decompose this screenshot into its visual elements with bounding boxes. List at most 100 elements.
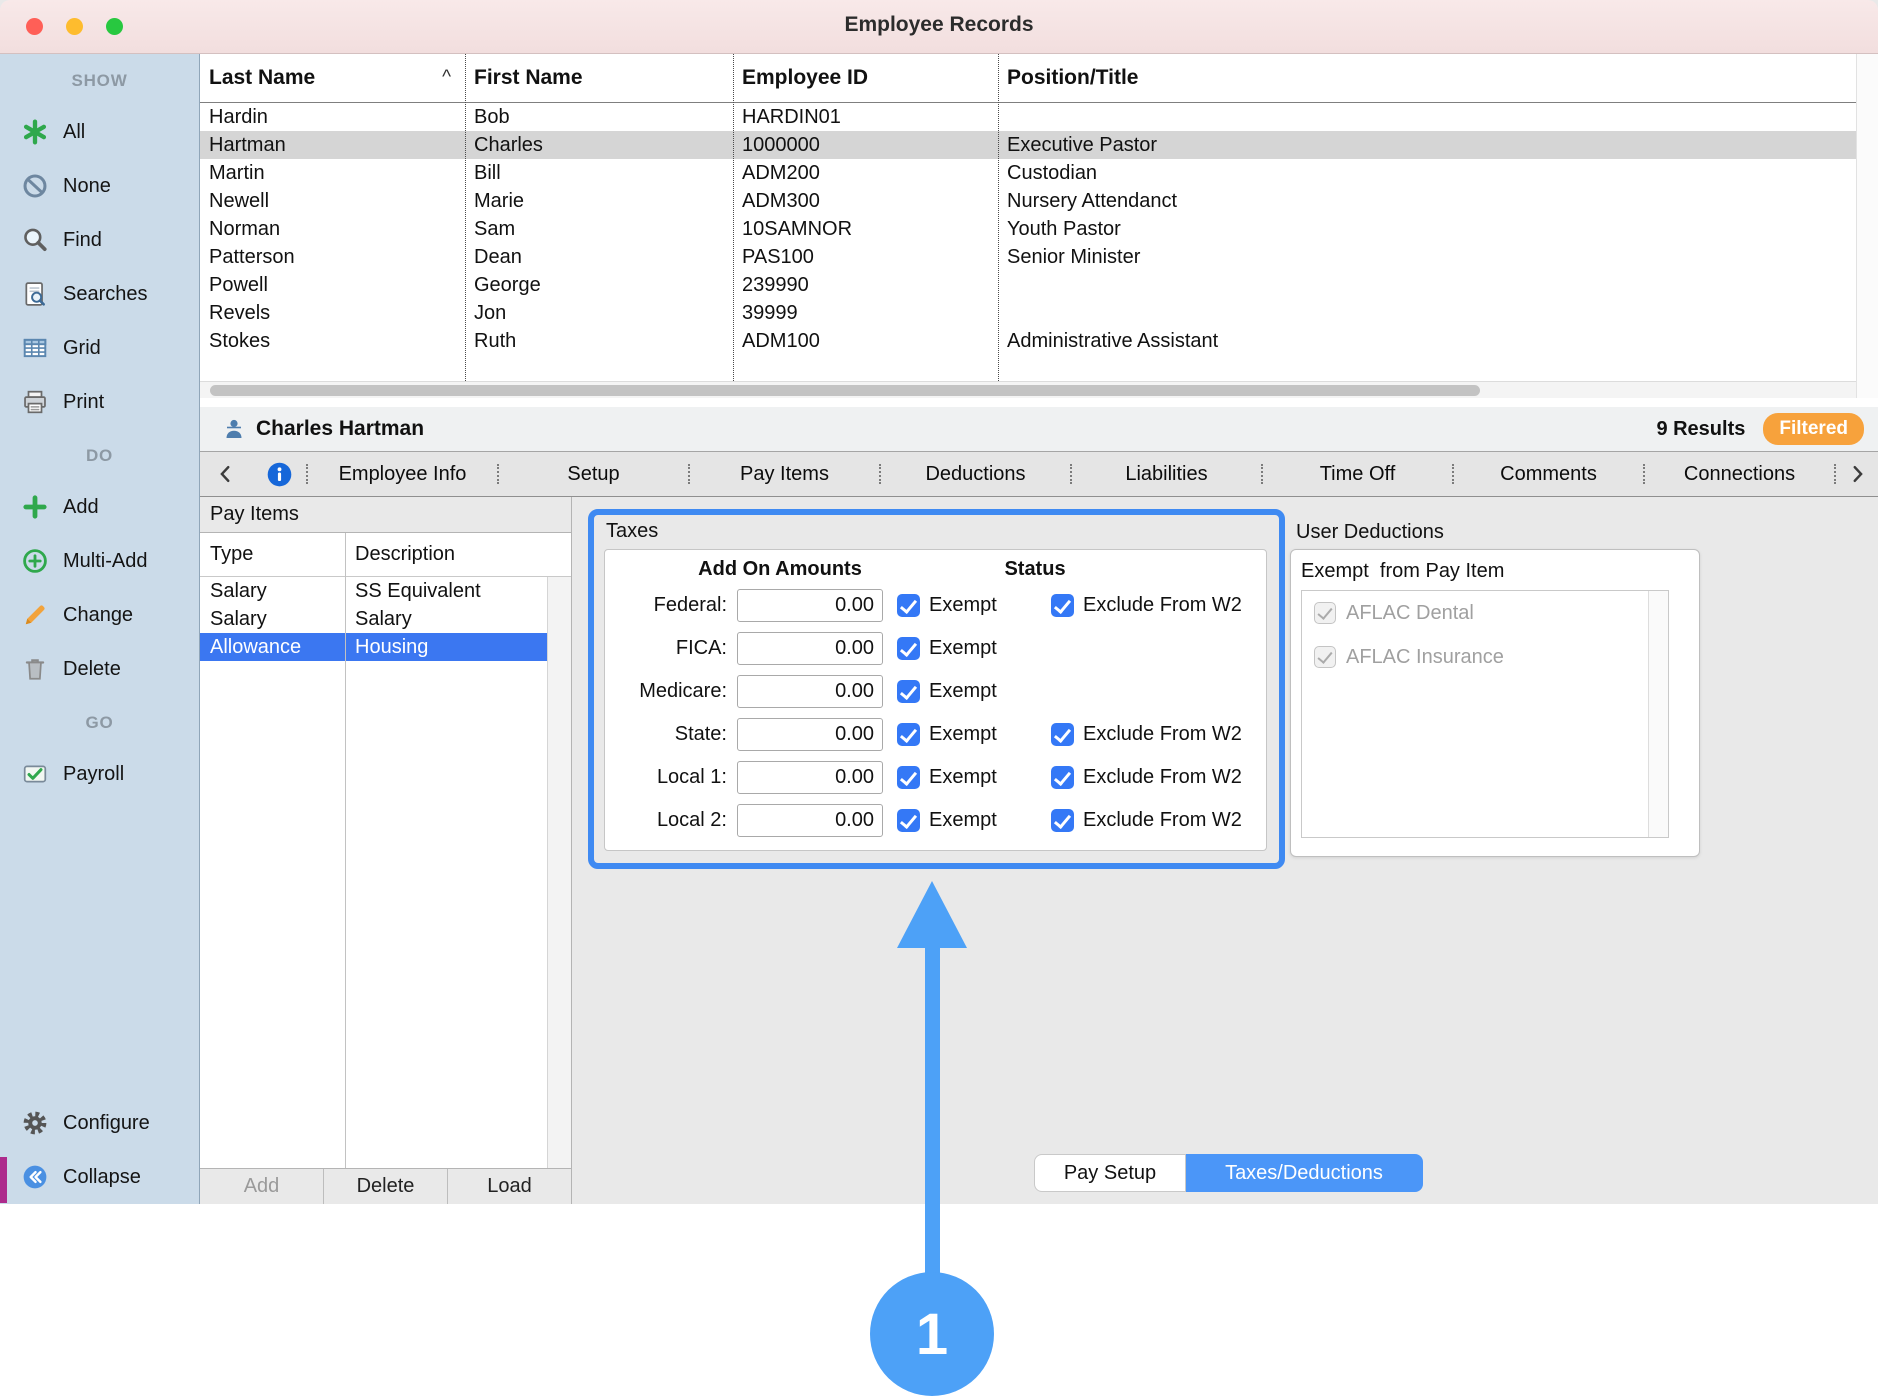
user-deduction-item: AFLAC Insurance xyxy=(1302,635,1668,679)
sidebar-item-payroll[interactable]: Payroll xyxy=(0,747,199,801)
local1-exclude-w2-checkbox[interactable] xyxy=(1051,766,1074,789)
sidebar-item-all[interactable]: All xyxy=(0,105,199,159)
local2-label: Local 2: xyxy=(617,809,727,832)
cell-first-name: Bob xyxy=(465,106,733,129)
fica-amount-input[interactable] xyxy=(737,632,883,665)
state-exclude-w2-checkbox[interactable] xyxy=(1051,723,1074,746)
sidebar-label-delete: Delete xyxy=(63,658,121,681)
sidebar-item-none[interactable]: None xyxy=(0,159,199,213)
content-area: Pay Items Type Description Salary SS Equ… xyxy=(200,497,1878,1204)
sidebar-item-grid[interactable]: Grid xyxy=(0,321,199,375)
exempt-label: Exempt xyxy=(929,723,997,746)
cell-position: Youth Pastor xyxy=(998,218,1856,241)
pay-view-segmented-control: Pay Setup Taxes/Deductions xyxy=(1034,1154,1423,1192)
horizontal-scrollbar-thumb[interactable] xyxy=(210,385,1480,396)
sidebar-item-searches[interactable]: Searches xyxy=(0,267,199,321)
employee-row[interactable]: Martin Bill ADM200 Custodian xyxy=(200,159,1856,187)
local1-label: Local 1: xyxy=(617,766,727,789)
sidebar-item-collapse[interactable]: Collapse xyxy=(0,1150,199,1204)
taxes-deductions-button[interactable]: Taxes/Deductions xyxy=(1186,1154,1423,1192)
employee-row-selected[interactable]: Hartman Charles 1000000 Executive Pastor xyxy=(200,131,1856,159)
column-header-position-title[interactable]: Position/Title xyxy=(998,66,1878,90)
horizontal-scrollbar-track xyxy=(200,381,1856,398)
exempt-label: Exempt xyxy=(929,766,997,789)
fica-exempt-checkbox[interactable] xyxy=(897,637,920,660)
sidebar-item-multi-add[interactable]: Multi-Add xyxy=(0,534,199,588)
pay-item-row[interactable]: Salary SS Equivalent xyxy=(200,577,547,605)
federal-label: Federal: xyxy=(617,594,727,617)
local1-exempt-checkbox[interactable] xyxy=(897,766,920,789)
federal-exclude-w2-checkbox[interactable] xyxy=(1051,594,1074,617)
state-exempt-checkbox[interactable] xyxy=(897,723,920,746)
exempt-label: Exempt xyxy=(929,680,997,703)
tax-row-fica: FICA: Exempt xyxy=(605,627,1266,670)
sidebar-item-find[interactable]: Find xyxy=(0,213,199,267)
employee-row[interactable]: Hardin Bob HARDIN01 xyxy=(200,103,1856,131)
pay-item-row[interactable]: Salary Salary xyxy=(200,605,547,633)
local2-exempt-checkbox[interactable] xyxy=(897,809,920,832)
state-amount-input[interactable] xyxy=(737,718,883,751)
sidebar-section-go: GO xyxy=(0,699,199,747)
sidebar-item-print[interactable]: Print xyxy=(0,375,199,429)
employee-row[interactable]: Norman Sam 10SAMNOR Youth Pastor xyxy=(200,215,1856,243)
sidebar-section-show: SHOW xyxy=(0,57,199,105)
cell-first-name: George xyxy=(465,274,733,297)
tab-deductions[interactable]: Deductions xyxy=(881,463,1070,486)
titlebar: Employee Records xyxy=(0,0,1878,54)
local2-exclude-w2-checkbox[interactable] xyxy=(1051,809,1074,832)
local2-amount-input[interactable] xyxy=(737,804,883,837)
medicare-exempt-checkbox[interactable] xyxy=(897,680,920,703)
cell-position: Nursery Attendanct xyxy=(998,190,1856,213)
federal-exempt-checkbox[interactable] xyxy=(897,594,920,617)
pay-setup-button[interactable]: Pay Setup xyxy=(1034,1154,1186,1192)
pay-item-delete-button[interactable]: Delete xyxy=(324,1169,448,1204)
cell-first-name: Dean xyxy=(465,246,733,269)
pay-item-load-button[interactable]: Load xyxy=(448,1169,571,1204)
tab-liabilities[interactable]: Liabilities xyxy=(1072,463,1261,486)
column-header-first-name[interactable]: First Name xyxy=(465,66,733,90)
cell-first-name: Charles xyxy=(465,134,733,157)
back-button[interactable] xyxy=(200,463,252,485)
tab-connections[interactable]: Connections xyxy=(1645,463,1834,486)
saved-searches-icon xyxy=(20,279,50,309)
employee-row[interactable]: Revels Jon 39999 xyxy=(200,299,1856,327)
sidebar-label-configure: Configure xyxy=(63,1112,150,1135)
local1-amount-input[interactable] xyxy=(737,761,883,794)
column-header-last-name[interactable]: Last Name ^ xyxy=(200,66,465,90)
pay-items-col-description: Description xyxy=(345,543,571,566)
medicare-amount-input[interactable] xyxy=(737,675,883,708)
employee-row[interactable]: Newell Marie ADM300 Nursery Attendanct xyxy=(200,187,1856,215)
annotation-step-number: 1 xyxy=(916,1301,948,1368)
tab-time-off[interactable]: Time Off xyxy=(1263,463,1452,486)
sidebar-item-add[interactable]: Add xyxy=(0,480,199,534)
sidebar-item-configure[interactable]: Configure xyxy=(0,1096,199,1150)
tab-comments[interactable]: Comments xyxy=(1454,463,1643,486)
employee-row[interactable]: Powell George 239990 xyxy=(200,271,1856,299)
employee-row[interactable]: Stokes Ruth ADM100 Administrative Assist… xyxy=(200,327,1856,355)
info-button[interactable] xyxy=(252,461,306,488)
employee-row[interactable]: Patterson Dean PAS100 Senior Minister xyxy=(200,243,1856,271)
exempt-label: Exempt xyxy=(929,594,997,617)
pay-item-add-button[interactable]: Add xyxy=(200,1169,324,1204)
tab-pay-items[interactable]: Pay Items xyxy=(690,463,879,486)
fica-label: FICA: xyxy=(617,637,727,660)
tab-employee-info[interactable]: Employee Info xyxy=(308,463,497,486)
cell-last-name: Patterson xyxy=(200,246,465,269)
collapse-chevrons-icon xyxy=(20,1162,50,1192)
pay-item-row-selected[interactable]: Allowance Housing xyxy=(200,633,547,661)
federal-amount-input[interactable] xyxy=(737,589,883,622)
cell-last-name: Newell xyxy=(200,190,465,213)
medicare-label: Medicare: xyxy=(617,680,727,703)
user-deductions-title: User Deductions xyxy=(1296,521,1444,544)
employee-table: Last Name ^ First Name Employee ID Posit… xyxy=(200,54,1878,407)
column-header-employee-id[interactable]: Employee ID xyxy=(733,66,998,90)
user-deductions-list: AFLAC Dental AFLAC Insurance xyxy=(1301,590,1669,838)
next-tabs-button[interactable] xyxy=(1836,463,1878,485)
tab-setup[interactable]: Setup xyxy=(499,463,688,486)
sidebar-item-delete[interactable]: Delete xyxy=(0,642,199,696)
medicare-exempt-group: Exempt xyxy=(897,680,1037,703)
cell-employee-id: 1000000 xyxy=(733,134,998,157)
taxes-group: Add On Amounts Status Federal: Exempt xyxy=(604,549,1267,851)
sidebar-item-change[interactable]: Change xyxy=(0,588,199,642)
pay-items-buttons: Add Delete Load xyxy=(200,1168,571,1204)
